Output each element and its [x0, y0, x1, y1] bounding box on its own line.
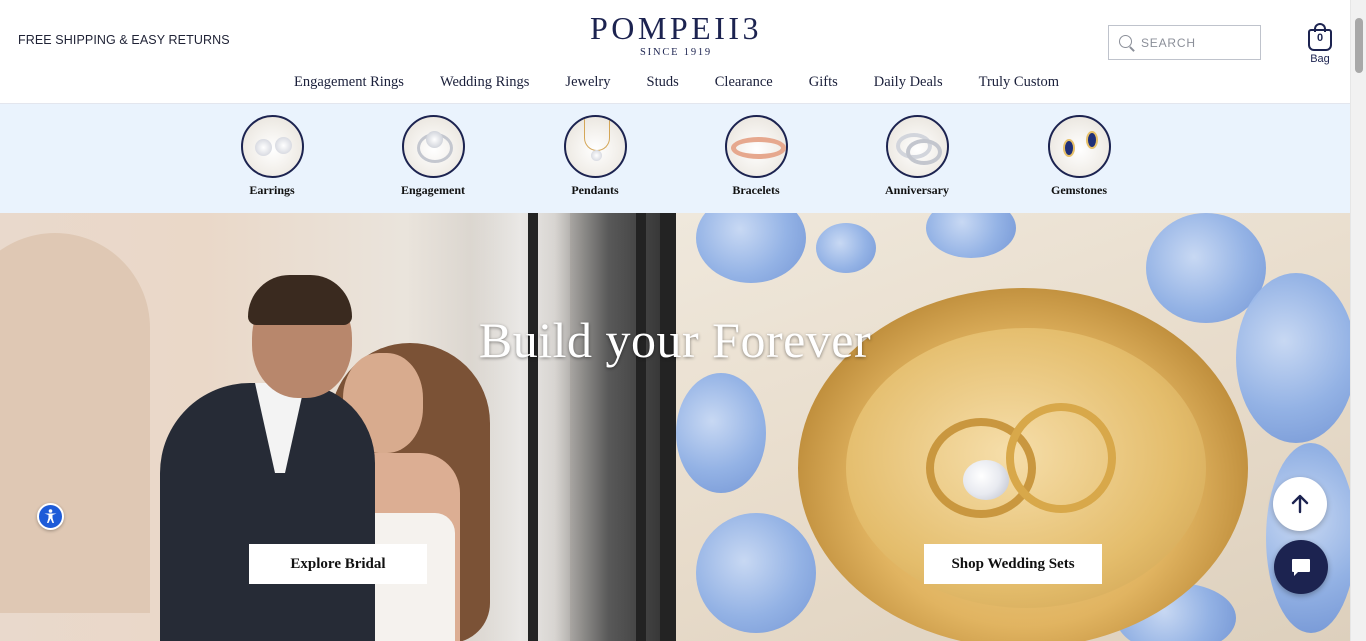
bag-label: Bag: [1310, 53, 1330, 65]
nav-wedding-rings[interactable]: Wedding Rings: [440, 74, 529, 91]
category-earrings[interactable]: Earrings: [222, 115, 322, 198]
category-pendants[interactable]: Pendants: [545, 115, 645, 198]
nav-truly-custom[interactable]: Truly Custom: [979, 74, 1059, 91]
shopping-bag-icon: 0: [1308, 23, 1332, 51]
category-label: Anniversary: [885, 183, 949, 197]
nav-gifts[interactable]: Gifts: [809, 74, 838, 91]
category-label: Engagement: [401, 183, 465, 197]
page-scrollbar[interactable]: [1350, 0, 1366, 641]
nav-studs[interactable]: Studs: [647, 74, 679, 91]
category-label: Pendants: [571, 183, 619, 197]
gemstone-earrings-icon: [1047, 115, 1111, 178]
main-nav: Engagement Rings Wedding Rings Jewelry S…: [276, 74, 1077, 91]
logo-tagline: SINCE 1919: [640, 47, 712, 58]
bag-button[interactable]: 0 Bag: [1304, 23, 1336, 71]
nav-jewelry[interactable]: Jewelry: [565, 74, 610, 91]
scroll-to-top-button[interactable]: [1273, 477, 1327, 531]
bag-count: 0: [1316, 32, 1324, 44]
arrow-up-icon: [1291, 494, 1309, 514]
category-gemstones[interactable]: Gemstones: [1029, 115, 1129, 198]
scrollbar-thumb[interactable]: [1355, 18, 1363, 73]
promo-text: FREE SHIPPING & EASY RETURNS: [18, 33, 230, 47]
chat-bubble-icon: [1292, 559, 1310, 576]
search-icon: [1118, 34, 1136, 52]
category-anniversary[interactable]: Anniversary: [867, 115, 967, 198]
chat-button[interactable]: [1274, 540, 1328, 594]
nav-engagement-rings[interactable]: Engagement Rings: [294, 74, 404, 91]
search-box[interactable]: [1108, 25, 1261, 60]
pendant-icon: [563, 115, 627, 178]
category-engagement[interactable]: Engagement: [383, 115, 483, 198]
nav-daily-deals[interactable]: Daily Deals: [874, 74, 943, 91]
category-label: Bracelets: [732, 183, 780, 197]
accessibility-icon[interactable]: [37, 503, 64, 530]
logo[interactable]: POMPEII3 SINCE 1919: [585, 10, 767, 58]
earrings-icon: [240, 115, 304, 178]
site-header: FREE SHIPPING & EASY RETURNS POMPEII3 SI…: [0, 0, 1350, 104]
logo-wordmark: POMPEII3: [589, 10, 762, 46]
bracelet-icon: [724, 115, 788, 178]
shop-wedding-sets-button[interactable]: Shop Wedding Sets: [924, 544, 1102, 584]
category-label: Earrings: [249, 183, 295, 197]
hero-banner: Build your Forever Explore Bridal Shop W…: [0, 213, 1350, 641]
engagement-ring-icon: [401, 115, 465, 178]
category-bracelets[interactable]: Bracelets: [706, 115, 806, 198]
search-input[interactable]: [1141, 35, 1251, 50]
anniversary-band-icon: [885, 115, 949, 178]
nav-clearance[interactable]: Clearance: [715, 74, 773, 91]
category-strip: Earrings Engagement Pendants Bracelets A…: [0, 104, 1350, 213]
category-label: Gemstones: [1051, 183, 1107, 197]
explore-bridal-button[interactable]: Explore Bridal: [249, 544, 427, 584]
